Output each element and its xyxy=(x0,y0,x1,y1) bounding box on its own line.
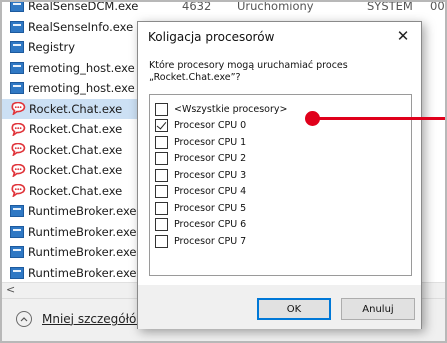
process-name: RuntimeBroker.exe xyxy=(28,224,137,239)
cancel-button[interactable]: Anuluj xyxy=(341,298,415,320)
less-details-button[interactable]: Mniej szczegółów xyxy=(16,311,146,327)
checkbox[interactable] xyxy=(155,185,168,199)
processor-label: Procesor CPU 0 xyxy=(174,120,247,132)
app-icon xyxy=(10,2,24,13)
process-name: RealSenseInfo.exe xyxy=(28,19,134,34)
dialog-titlebar: Koligacja procesorów ✕ xyxy=(138,22,421,52)
status-cell: Uruchomiony xyxy=(237,0,314,13)
cpu-cell: 00 xyxy=(430,0,445,13)
top-row-columns: 4632 Uruchomiony SYSTEM 00 xyxy=(142,0,445,16)
process-row[interactable]: Rocket.Chat.exe xyxy=(2,181,142,202)
checkbox[interactable] xyxy=(155,135,168,149)
processor-option[interactable]: Procesor CPU 3 xyxy=(150,167,411,184)
processor-label: Procesor CPU 7 xyxy=(174,235,247,247)
process-name: Rocket.Chat.exe xyxy=(29,101,123,116)
callout-dot xyxy=(305,111,320,126)
process-row[interactable]: RuntimeBroker.exe xyxy=(2,201,142,222)
processor-option[interactable]: Procesor CPU 6 xyxy=(150,217,411,234)
process-list: RealSenseDCM.exe RealSenseInfo.exe Regist… xyxy=(2,0,142,304)
rocket-chat-icon xyxy=(10,143,26,157)
processor-label: Procesor CPU 1 xyxy=(174,136,247,148)
process-row[interactable]: Rocket.Chat.exe xyxy=(2,140,142,161)
process-row[interactable]: remoting_host.exe xyxy=(2,78,142,99)
dialog-title: Koligacja procesorów xyxy=(148,30,275,44)
processor-label: Procesor CPU 5 xyxy=(174,202,247,214)
close-icon[interactable]: ✕ xyxy=(395,27,411,45)
processor-label: Procesor CPU 2 xyxy=(174,153,247,165)
processor-option[interactable]: Procesor CPU 2 xyxy=(150,151,411,168)
app-icon xyxy=(10,246,24,259)
process-name: Rocket.Chat.exe xyxy=(29,122,123,137)
app-icon xyxy=(10,82,24,95)
app-icon xyxy=(10,205,24,218)
processor-option[interactable]: Procesor CPU 7 xyxy=(150,233,411,250)
app-icon xyxy=(10,225,24,238)
processor-checklist: <Wszystkie procesory> Procesor CPU 0 Proce… xyxy=(149,94,412,276)
process-row[interactable]: RealSenseDCM.exe xyxy=(2,0,142,17)
checkbox[interactable] xyxy=(155,201,168,215)
process-row[interactable]: Rocket.Chat.exe xyxy=(2,98,142,119)
app-icon xyxy=(10,266,24,279)
pid-cell: 4632 xyxy=(182,0,212,13)
app-icon xyxy=(10,61,24,74)
processor-option[interactable]: Procesor CPU 5 xyxy=(150,200,411,217)
processor-label: Procesor CPU 6 xyxy=(174,219,247,231)
rocket-chat-icon xyxy=(10,184,26,198)
checkbox[interactable] xyxy=(155,168,168,182)
checkbox[interactable] xyxy=(155,152,168,166)
process-name: RuntimeBroker.exe xyxy=(28,204,137,219)
checkbox[interactable] xyxy=(155,119,168,133)
processor-label: <Wszystkie procesory> xyxy=(174,103,288,115)
callout-line xyxy=(314,117,445,120)
checkbox[interactable] xyxy=(155,234,168,248)
process-row[interactable]: remoting_host.exe xyxy=(2,58,142,79)
process-row[interactable]: Registry xyxy=(2,37,142,58)
rocket-chat-icon xyxy=(10,102,26,116)
less-details-label: Mniej szczegółów xyxy=(42,312,147,326)
dialog-question: Które procesory mogą uruchamiać proces „… xyxy=(149,60,348,83)
process-row[interactable]: RuntimeBroker.exe xyxy=(2,222,142,243)
process-name: remoting_host.exe xyxy=(28,60,135,75)
screenshot-frame: 4632 Uruchomiony SYSTEM 00 RealSenseDCM.… xyxy=(0,0,447,343)
checkbox[interactable] xyxy=(155,102,168,116)
process-row[interactable]: RealSenseInfo.exe xyxy=(2,17,142,38)
process-name: RealSenseDCM.exe xyxy=(28,0,139,14)
ok-button[interactable]: OK xyxy=(257,298,331,320)
app-icon xyxy=(10,41,24,54)
rocket-chat-icon xyxy=(10,122,26,136)
process-name: RuntimeBroker.exe xyxy=(28,265,137,280)
all-processors-option[interactable]: <Wszystkie procesory> xyxy=(150,101,411,118)
checkbox[interactable] xyxy=(155,218,168,232)
processor-label: Procesor CPU 3 xyxy=(174,169,247,181)
rocket-chat-icon xyxy=(10,163,26,177)
processor-option[interactable]: Procesor CPU 1 xyxy=(150,134,411,151)
process-row[interactable]: RuntimeBroker.exe xyxy=(2,263,142,284)
process-name: Rocket.Chat.exe xyxy=(29,142,123,157)
processor-option[interactable]: Procesor CPU 4 xyxy=(150,184,411,201)
process-name: RuntimeBroker.exe xyxy=(28,245,137,260)
process-row[interactable]: Rocket.Chat.exe xyxy=(2,160,142,181)
processor-label: Procesor CPU 4 xyxy=(174,186,247,198)
process-row[interactable]: RuntimeBroker.exe xyxy=(2,242,142,263)
scroll-left-arrow-icon[interactable]: < xyxy=(6,283,15,296)
processor-affinity-dialog: Koligacja procesorów ✕ Które procesory m… xyxy=(137,21,422,329)
chevron-up-icon xyxy=(16,311,32,327)
user-cell: SYSTEM xyxy=(367,0,413,13)
dialog-footer: OK Anuluj xyxy=(138,285,421,329)
process-name: Registry xyxy=(28,40,76,55)
app-icon xyxy=(10,20,24,33)
process-row[interactable]: Rocket.Chat.exe xyxy=(2,119,142,140)
process-name: Rocket.Chat.exe xyxy=(29,183,123,198)
process-name: Rocket.Chat.exe xyxy=(29,163,123,178)
process-name: remoting_host.exe xyxy=(28,81,135,96)
